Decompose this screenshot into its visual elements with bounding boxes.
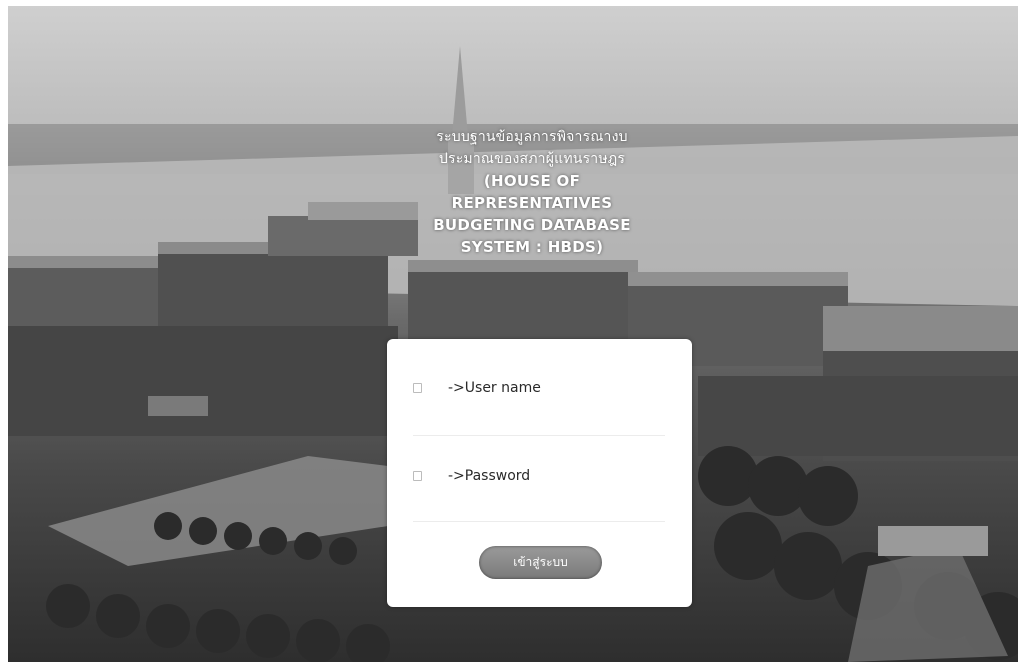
title-en-line-2: REPRESENTATIVES xyxy=(451,194,613,212)
login-button[interactable]: เข้าสู่ระบบ xyxy=(479,546,602,579)
username-input[interactable] xyxy=(448,380,658,396)
user-icon xyxy=(413,383,422,393)
title-en-line-4: SYSTEM : HBDS) xyxy=(460,238,604,256)
title-thai-line-1: ระบบฐานข้อมูลการพิจารณางบ xyxy=(436,129,628,145)
login-card: เข้าสู่ระบบ xyxy=(387,339,692,607)
login-screen: ระบบฐานข้อมูลการพิจารณางบ ประมาณของสภาผู… xyxy=(0,0,1019,664)
password-divider xyxy=(413,521,665,522)
password-input[interactable] xyxy=(448,468,658,484)
password-row xyxy=(413,461,673,491)
lock-icon xyxy=(413,471,422,481)
system-title: ระบบฐานข้อมูลการพิจารณางบ ประมาณของสภาผู… xyxy=(372,126,692,258)
title-thai-line-2: ประมาณของสภาผู้แทนราษฎร xyxy=(438,151,626,167)
title-en-line-1: (HOUSE OF xyxy=(483,172,581,190)
username-divider xyxy=(413,435,665,436)
username-row xyxy=(413,373,673,403)
title-en-line-3: BUDGETING DATABASE xyxy=(433,216,631,234)
